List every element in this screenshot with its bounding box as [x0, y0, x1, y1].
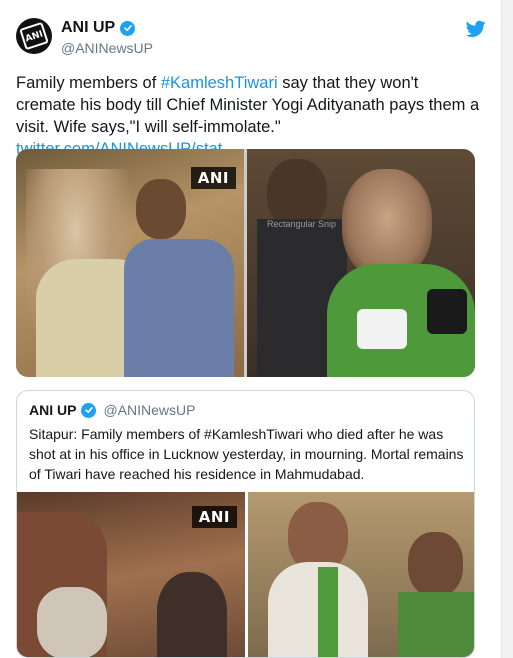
- quoted-tweet[interactable]: ANI UP @ANINewsUP Sitapur: Family member…: [16, 390, 475, 658]
- media-photo-right[interactable]: Rectangular Snip: [247, 149, 475, 377]
- quoted-handle[interactable]: @ANINewsUP: [103, 402, 195, 418]
- quoted-display-name[interactable]: ANI UP: [29, 402, 76, 418]
- avatar-logo: ANI: [19, 21, 49, 51]
- media-photo-left[interactable]: ANI: [16, 149, 244, 377]
- avatar[interactable]: ANI: [16, 18, 52, 54]
- microphone-icon: [357, 309, 407, 349]
- photo-subject-man-face: [136, 179, 186, 239]
- hashtag-link[interactable]: #KamleshTiwari: [161, 74, 278, 92]
- verified-badge-icon: [120, 20, 136, 36]
- scrollbar[interactable]: [501, 0, 513, 658]
- author-display-name[interactable]: ANI UP: [61, 19, 115, 37]
- tweet-card: ANI ANI UP @ANINewsUP Family members of …: [0, 0, 501, 658]
- photo-subject-green-scarf: [318, 567, 338, 657]
- ani-watermark: ANI: [190, 167, 236, 189]
- tweet-media[interactable]: ANI Rectangular Snip: [16, 149, 475, 377]
- quoted-author-row[interactable]: ANI UP @ANINewsUP: [29, 402, 195, 418]
- quoted-media-photo-right[interactable]: [248, 492, 474, 657]
- ani-watermark: ANI: [191, 506, 237, 528]
- twitter-bird-icon[interactable]: [466, 20, 486, 38]
- microphone-icon: [427, 289, 467, 334]
- photo-subject-man-shirt: [124, 239, 234, 377]
- photo-subject-green-dupatta: [398, 592, 474, 657]
- avatar-logo-text: ANI: [24, 29, 45, 45]
- photo-subject-elder: [37, 587, 107, 657]
- quoted-tweet-text: Sitapur: Family members of #KamleshTiwar…: [29, 426, 464, 482]
- author-name-row[interactable]: ANI UP: [61, 19, 136, 37]
- tweet-header: ANI ANI UP @ANINewsUP: [16, 18, 486, 58]
- quoted-media[interactable]: ANI: [17, 492, 474, 657]
- quoted-media-photo-left[interactable]: ANI: [17, 492, 245, 657]
- photo-subject-woman-right: [408, 532, 463, 597]
- photo-subject-man-back: [157, 572, 227, 657]
- author-handle[interactable]: @ANINewsUP: [61, 40, 153, 56]
- tweet-text: Family members of #KamleshTiwari say tha…: [16, 72, 481, 160]
- verified-badge-icon: [81, 402, 97, 418]
- tweet-text-part-1: Family members of: [16, 74, 161, 92]
- photo-subject-wife-face: [342, 169, 432, 279]
- snip-overlay-label: Rectangular Snip: [267, 219, 337, 229]
